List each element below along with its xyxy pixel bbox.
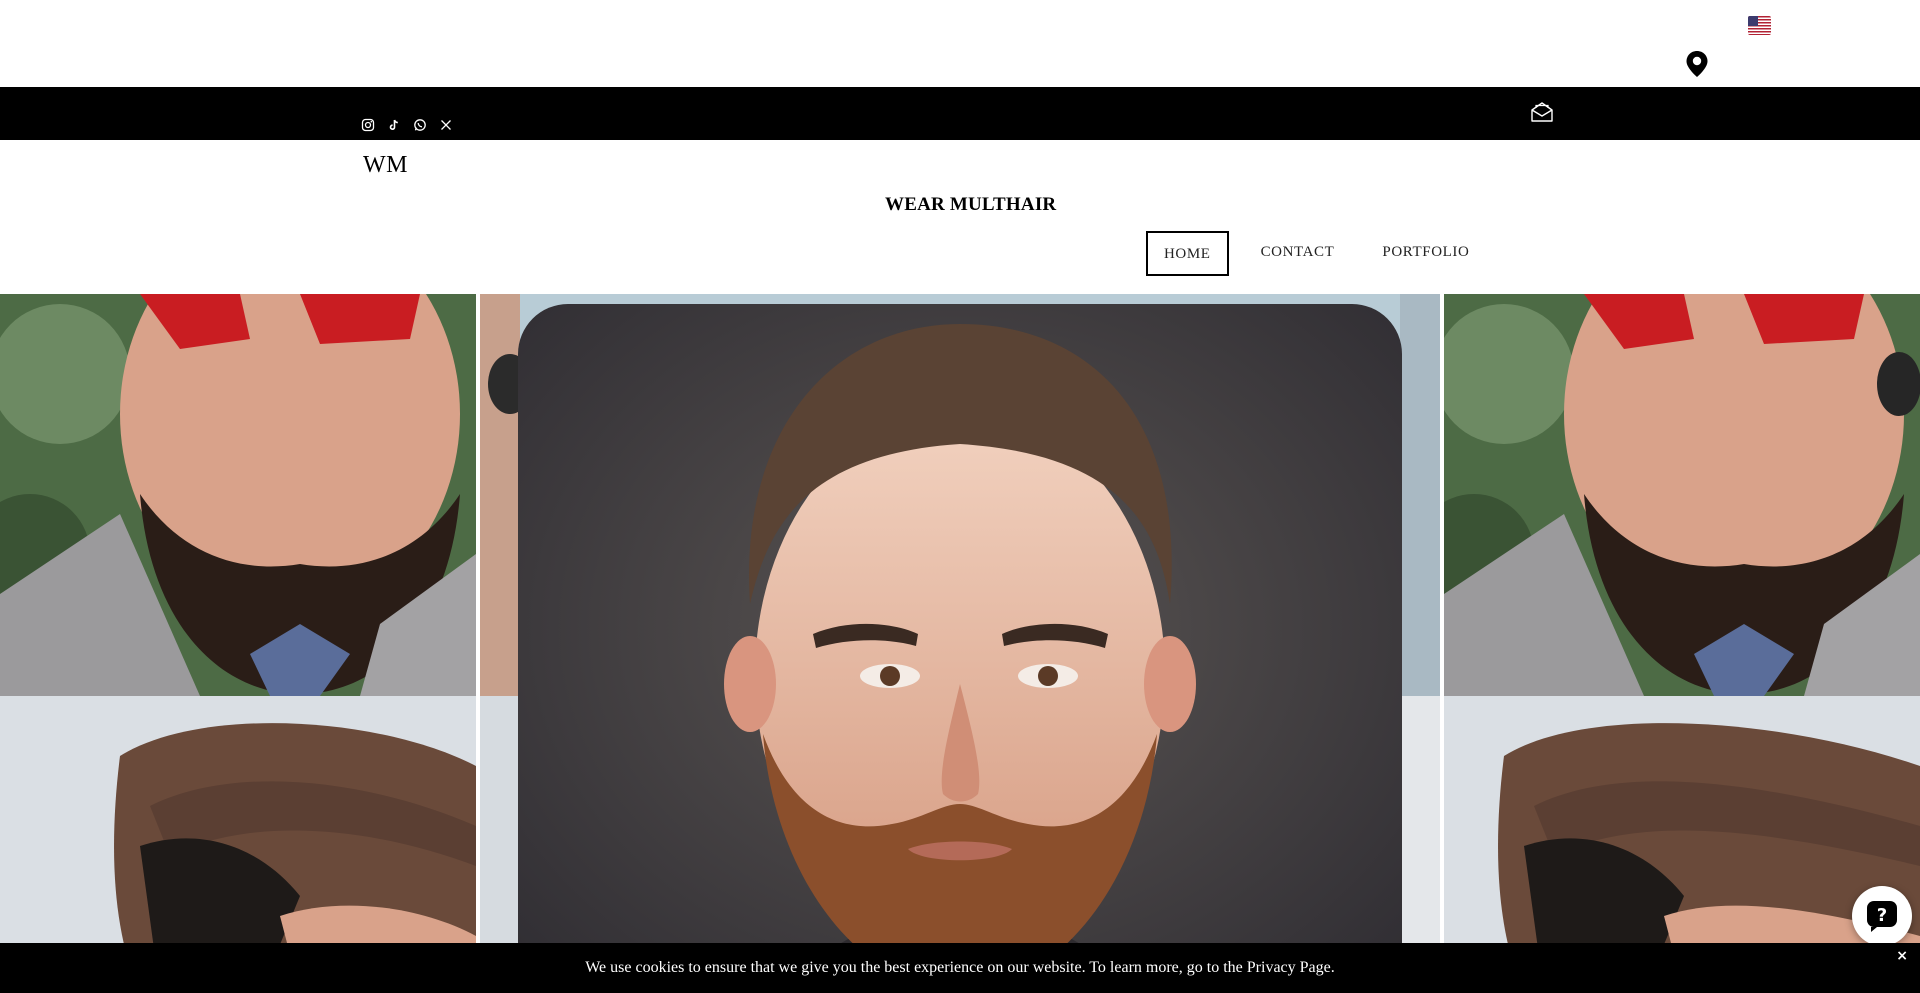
hero-section (0, 294, 1920, 993)
whatsapp-icon[interactable] (413, 118, 427, 132)
bearded-man-red-glasses-photo (0, 294, 476, 696)
tiktok-icon[interactable] (387, 118, 401, 132)
svg-text:?: ? (1877, 905, 1887, 926)
nav-contact-link[interactable]: CONTACT (1245, 231, 1351, 276)
site-header: WM WEAR MULTHAIR HOME CONTACT PORTFOLIO (0, 140, 1920, 294)
question-mark-icon: ? (1867, 901, 1897, 932)
cookie-close-button[interactable]: × (1896, 948, 1908, 964)
cookie-banner: We use cookies to ensure that we give yo… (0, 943, 1920, 993)
main-navigation: HOME CONTACT PORTFOLIO (1146, 231, 1485, 276)
help-chat-button[interactable]: ? (1852, 886, 1912, 946)
x-icon[interactable] (439, 118, 453, 132)
top-utility-bar (0, 0, 1920, 87)
site-title: WEAR MULTHAIR (885, 194, 1057, 215)
cookie-message: We use cookies to ensure that we give yo… (585, 959, 1335, 976)
envelope-open-icon[interactable] (1530, 101, 1554, 123)
column-divider (476, 294, 480, 993)
column-divider (1440, 294, 1444, 993)
bearded-man-red-glasses-photo (1444, 294, 1920, 696)
nav-home-link[interactable]: HOME (1146, 231, 1229, 276)
bearded-man-portrait-photo (518, 304, 1402, 993)
us-flag-icon[interactable] (1748, 16, 1771, 35)
site-logo[interactable]: WM (363, 152, 408, 179)
instagram-icon[interactable] (361, 118, 375, 132)
map-pin-icon[interactable] (1685, 50, 1709, 78)
nav-portfolio-link[interactable]: PORTFOLIO (1366, 231, 1485, 276)
social-links (361, 118, 453, 132)
social-bar (0, 87, 1920, 140)
